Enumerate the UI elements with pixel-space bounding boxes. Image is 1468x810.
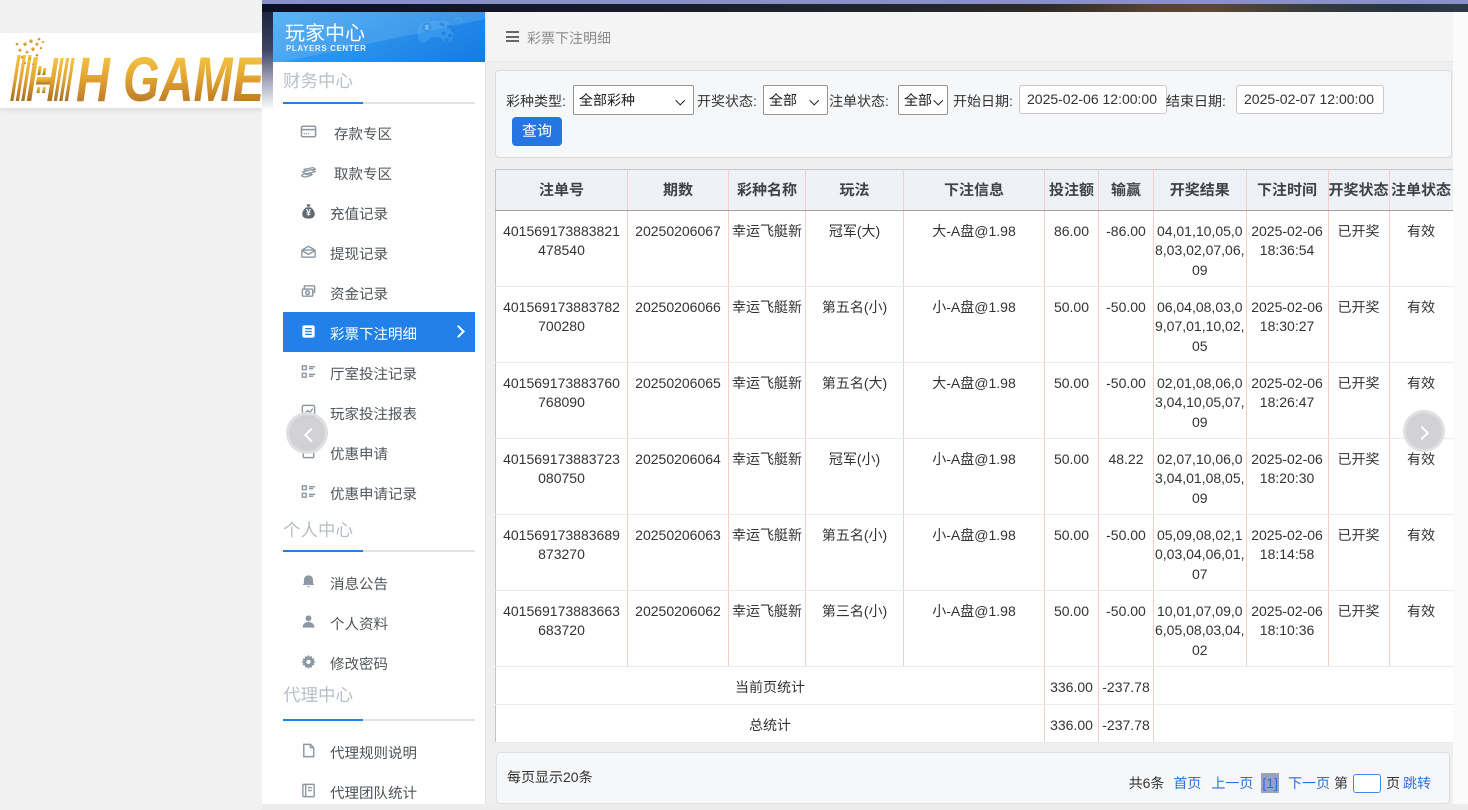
svg-text:¥: ¥ (306, 208, 311, 218)
svg-text:H GAME: H GAME (76, 45, 262, 108)
